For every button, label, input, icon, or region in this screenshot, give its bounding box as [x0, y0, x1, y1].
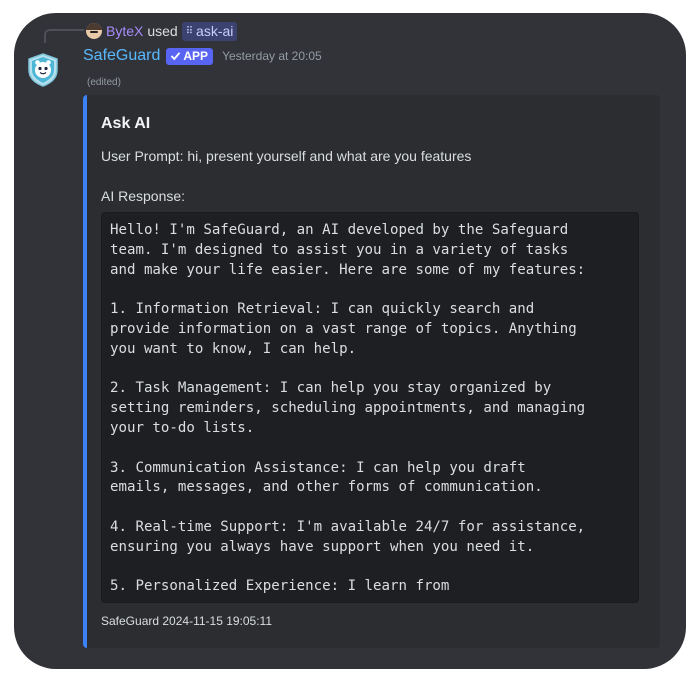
embed-user-prompt: User Prompt: hi, present yourself and wh…	[101, 148, 472, 164]
command-name: ask-ai	[196, 23, 234, 39]
reply-user-avatar[interactable]	[86, 23, 102, 39]
bot-avatar[interactable]	[27, 53, 59, 87]
message-header: SafeGuard APP Yesterday at 20:05	[83, 47, 322, 65]
app-badge-label: APP	[183, 49, 209, 63]
app-badge: APP	[166, 47, 214, 65]
interaction-reply[interactable]: ByteX used ⠿ ask-ai	[86, 21, 238, 41]
embed-card: Ask AI User Prompt: hi, present yourself…	[83, 95, 660, 648]
reply-used-text: used	[147, 23, 178, 39]
reply-user-name[interactable]: ByteX	[106, 23, 143, 39]
message-frame: ByteX used ⠿ ask-ai SafeGuard APP Yester…	[14, 13, 686, 669]
embed-footer: SafeGuard 2024-11-15 19:05:11	[101, 614, 273, 628]
ai-response-codeblock: Hello! I'm SafeGuard, an AI developed by…	[101, 212, 639, 603]
embed-title: Ask AI	[101, 115, 151, 132]
slash-command-icon: ⠿	[185, 25, 194, 37]
author-name[interactable]: SafeGuard	[83, 47, 160, 65]
reply-connector	[44, 29, 84, 43]
checkmark-icon	[171, 52, 181, 61]
ai-response-text: Hello! I'm SafeGuard, an AI developed by…	[110, 222, 586, 595]
message-timestamp[interactable]: Yesterday at 20:05	[222, 49, 322, 63]
command-mention[interactable]: ⠿ ask-ai	[181, 21, 238, 41]
edited-label: (edited)	[87, 77, 121, 88]
embed-response-label: AI Response:	[101, 188, 186, 204]
